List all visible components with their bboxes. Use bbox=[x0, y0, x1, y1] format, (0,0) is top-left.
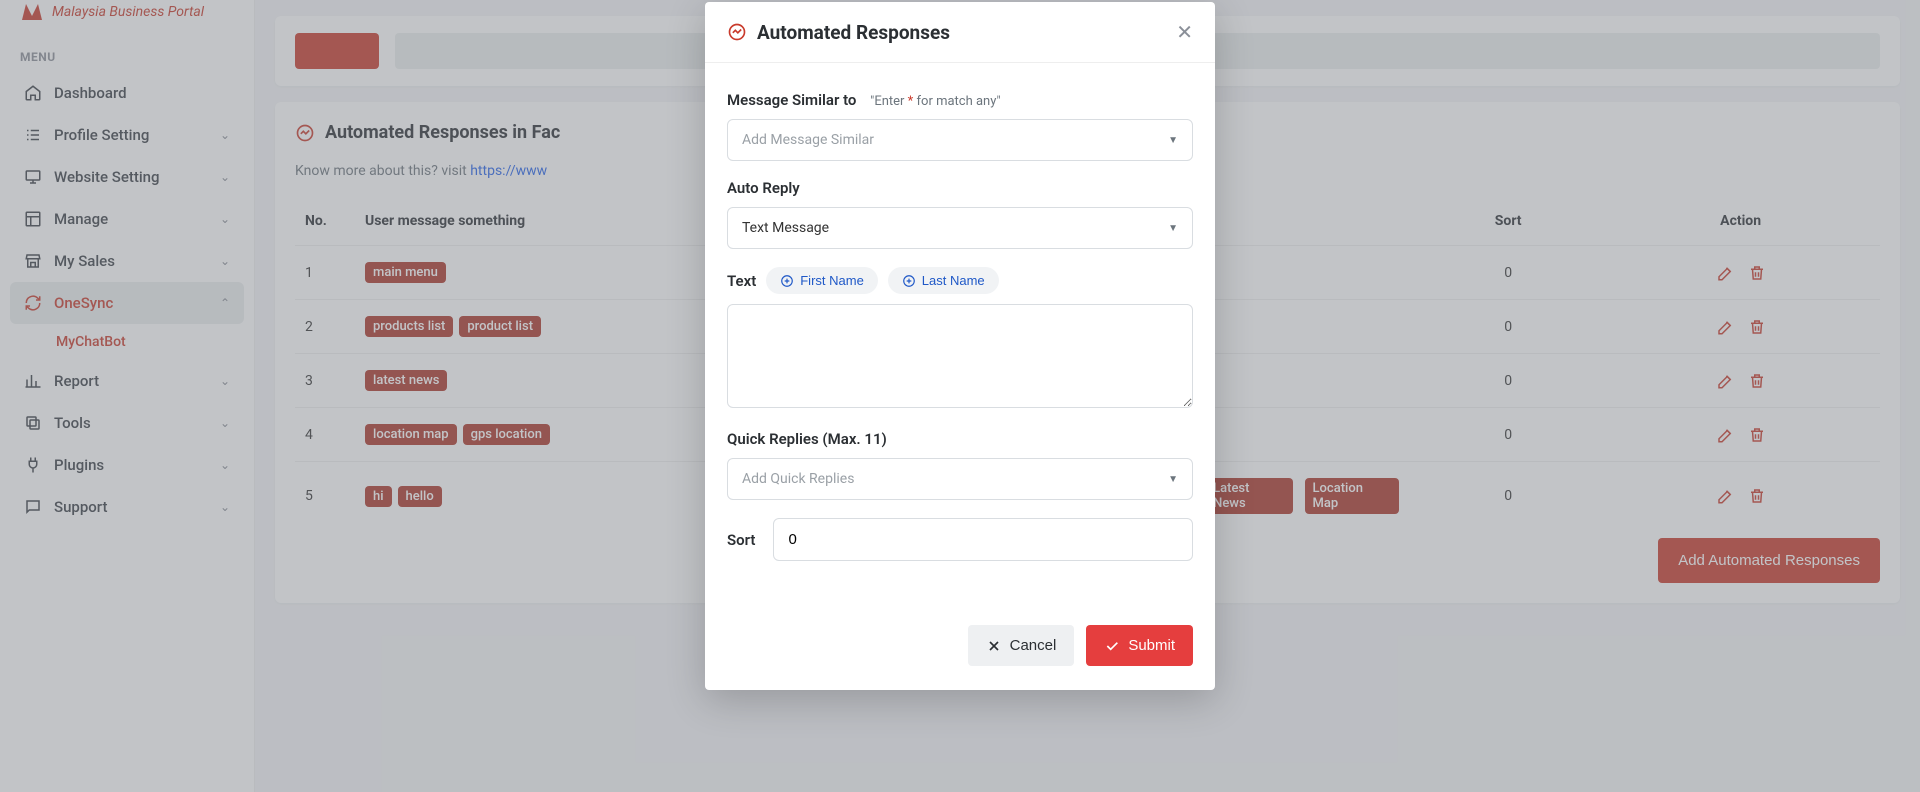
message-similar-hint: "Enter * for match any" bbox=[870, 94, 1001, 109]
plus-circle-icon bbox=[780, 274, 794, 288]
chevron-down-icon: ▼ bbox=[1168, 223, 1178, 234]
message-similar-label-text: Message Similar to bbox=[727, 91, 856, 109]
auto-reply-value: Text Message bbox=[742, 220, 829, 236]
cancel-button[interactable]: Cancel bbox=[968, 625, 1075, 666]
quick-replies-label: Quick Replies (Max. 11) bbox=[727, 430, 1193, 448]
close-icon[interactable]: ✕ bbox=[1176, 20, 1193, 44]
submit-button[interactable]: Submit bbox=[1086, 625, 1193, 666]
auto-reply-select[interactable]: Text Message ▼ bbox=[727, 207, 1193, 249]
message-similar-select[interactable]: Add Message Similar ▼ bbox=[727, 119, 1193, 161]
messenger-icon bbox=[727, 22, 747, 42]
plus-circle-icon bbox=[902, 274, 916, 288]
chip-last-name-label: Last Name bbox=[922, 273, 985, 288]
modal-footer: Cancel Submit bbox=[705, 601, 1215, 690]
modal-header: Automated Responses ✕ bbox=[705, 2, 1215, 63]
submit-button-label: Submit bbox=[1128, 637, 1175, 654]
cancel-button-label: Cancel bbox=[1010, 637, 1057, 654]
insert-first-name-chip[interactable]: First Name bbox=[766, 267, 878, 294]
message-similar-placeholder: Add Message Similar bbox=[742, 132, 874, 148]
close-icon bbox=[986, 638, 1002, 654]
text-textarea[interactable] bbox=[727, 304, 1193, 408]
quick-replies-placeholder: Add Quick Replies bbox=[742, 471, 854, 487]
check-icon bbox=[1104, 638, 1120, 654]
quick-replies-select[interactable]: Add Quick Replies ▼ bbox=[727, 458, 1193, 500]
chevron-down-icon: ▼ bbox=[1168, 135, 1178, 146]
modal-title: Automated Responses bbox=[757, 21, 950, 44]
chip-first-name-label: First Name bbox=[800, 273, 864, 288]
chevron-down-icon: ▼ bbox=[1168, 474, 1178, 485]
sort-input[interactable] bbox=[773, 518, 1193, 561]
text-label: Text bbox=[727, 272, 756, 290]
automated-responses-modal: Automated Responses ✕ Message Similar to… bbox=[705, 2, 1215, 690]
auto-reply-label: Auto Reply bbox=[727, 179, 1193, 197]
modal-body: Message Similar to "Enter * for match an… bbox=[705, 63, 1215, 601]
insert-last-name-chip[interactable]: Last Name bbox=[888, 267, 999, 294]
sort-label: Sort bbox=[727, 531, 755, 549]
message-similar-label: Message Similar to "Enter * for match an… bbox=[727, 91, 1193, 109]
modal-overlay[interactable]: Automated Responses ✕ Message Similar to… bbox=[0, 0, 1920, 792]
